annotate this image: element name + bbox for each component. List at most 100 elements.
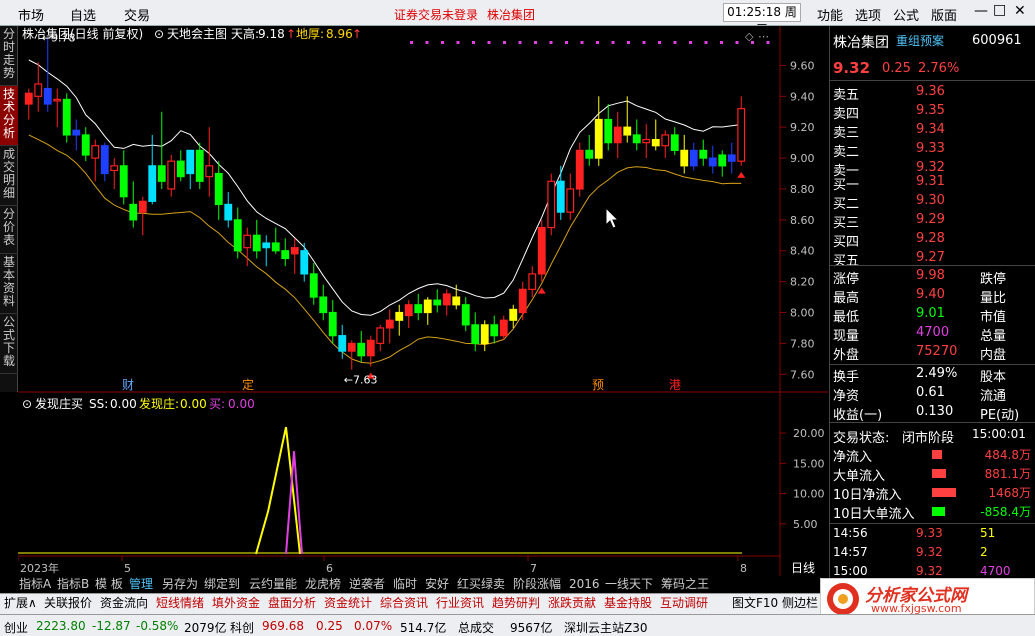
event-marker[interactable]: 港: [669, 378, 681, 392]
candle-body: [157, 165, 166, 182]
tab-template[interactable]: 模 板: [95, 576, 123, 593]
menu-market[interactable]: 市场: [18, 5, 44, 24]
indicator-collapse-icon[interactable]: ⊙: [154, 27, 164, 41]
btab-f10[interactable]: 图文F10: [732, 595, 778, 612]
candle-body: [461, 304, 470, 326]
tab-stage-gain[interactable]: 阶段涨幅: [513, 576, 561, 593]
cy-change: -12.87: [92, 619, 131, 633]
close-icon[interactable]: ✕: [1014, 3, 1026, 19]
btab-fund-stats[interactable]: 资金统计: [324, 595, 372, 612]
btab-trend-judge[interactable]: 趋势研判: [492, 595, 540, 612]
main-indicator-name[interactable]: 天地会主图: [167, 27, 227, 41]
tick-time: 14:56: [833, 526, 868, 540]
buy-level-price[interactable]: 9.31: [916, 174, 945, 189]
stat-value: 9.01: [916, 306, 945, 321]
tab-technical[interactable]: 技术分析: [0, 86, 18, 146]
btab-contribution[interactable]: 涨跌贡献: [548, 595, 596, 612]
tab-trade-detail[interactable]: 成交明细: [0, 146, 18, 206]
tab-indicator-a[interactable]: 指标A: [19, 576, 51, 593]
flow-value: 881.1万: [984, 467, 1031, 481]
tab-red-buy-green-sell[interactable]: 红买绿卖: [457, 576, 505, 593]
minimize-icon[interactable]: —: [974, 3, 988, 19]
buy-level-price[interactable]: 9.27: [916, 250, 945, 265]
tab-2016[interactable]: 2016: [569, 576, 600, 593]
trade-time: 15:00:01: [972, 427, 1026, 441]
tab-intraday[interactable]: 分时走势: [0, 26, 18, 86]
btab-fund-holdings[interactable]: 基金持股: [604, 595, 652, 612]
stat-value: 9.40: [916, 287, 945, 302]
candle-body: [262, 242, 271, 249]
tab-counter-attack[interactable]: 逆袭者: [349, 576, 385, 593]
ad-banner[interactable]: 分析家公式网 www.fxjgsw.com: [820, 578, 1035, 618]
signal-dot: [673, 41, 677, 44]
event-marker[interactable]: 财: [122, 378, 134, 392]
btab-market-analysis[interactable]: 盘面分析: [268, 595, 316, 612]
signal-dot: [441, 41, 444, 44]
tab-dragon-tiger[interactable]: 龙虎榜: [305, 576, 341, 593]
stat-label: 外盘: [833, 348, 860, 363]
candle-body: [385, 319, 394, 329]
event-marker[interactable]: 定: [242, 377, 254, 392]
sell-level-price[interactable]: 9.32: [916, 160, 945, 175]
tab-yixiantianxia[interactable]: 一线天下: [605, 576, 653, 593]
maximize-icon[interactable]: □: [993, 2, 1006, 18]
btab-fund-flow[interactable]: 资金流向: [100, 595, 148, 612]
tab-save-as[interactable]: 另存为: [162, 576, 198, 593]
stat2-right-label: 股本: [980, 370, 1007, 385]
tab-fundamentals[interactable]: 基本资料: [0, 254, 18, 314]
tab-price-table[interactable]: 分价表: [0, 206, 18, 254]
tab-formula-download[interactable]: 公式下载: [0, 314, 18, 374]
btab-short-sentiment[interactable]: 短线情绪: [156, 595, 204, 612]
buy-level-price[interactable]: 9.28: [916, 231, 945, 246]
buy-level-label: 买三: [833, 216, 860, 231]
x-axis-label: 5: [124, 562, 131, 575]
btab-sidebar[interactable]: 侧边栏: [782, 595, 818, 612]
candle-body: [442, 293, 451, 306]
buy-level-price[interactable]: 9.30: [916, 193, 945, 208]
stat2-value: 0.61: [916, 385, 945, 400]
btab-industry-news[interactable]: 行业资讯: [436, 595, 484, 612]
menu-options[interactable]: 选项: [855, 5, 881, 24]
candle-body: [366, 339, 375, 357]
sell-level-price[interactable]: 9.36: [916, 84, 945, 99]
tab-temporary[interactable]: 临时: [393, 576, 417, 593]
btab-news[interactable]: 综合资讯: [380, 595, 428, 612]
menu-layout[interactable]: 版面: [931, 5, 957, 24]
tab-cloud-volume[interactable]: 云约量能: [249, 576, 297, 593]
kline-chart[interactable]: 株冶集团(日线 前复权) ⊙ 天地会主图 天高: 9.18 ↑ 地厚: 8.96…: [18, 26, 828, 576]
tiangao-value: 9.18: [258, 27, 285, 41]
signal-dot: [518, 41, 522, 44]
stat2-label: 换手: [833, 370, 860, 385]
period-label[interactable]: 日线: [791, 561, 815, 575]
menu-functions[interactable]: 功能: [817, 5, 843, 24]
tab-chip-king[interactable]: 筹码之王: [661, 576, 709, 593]
btab-expand[interactable]: 扩展∧: [4, 595, 37, 612]
btab-research[interactable]: 互动调研: [660, 595, 708, 612]
signal-dot: [456, 41, 460, 44]
sell-level-price[interactable]: 9.35: [916, 103, 945, 118]
max-price-label: ←9.78: [42, 32, 76, 45]
tick-volume: 51: [980, 526, 996, 540]
btab-foreign-fund[interactable]: 填外资金: [212, 595, 260, 612]
sub-indicator-name[interactable]: 发现庄买: [35, 396, 83, 411]
menu-trade[interactable]: 交易: [124, 5, 150, 24]
menu-bar: 市场 自选 交易 证券交易未登录 株冶集团 01:25:18 周三 功能 选项 …: [0, 0, 1035, 36]
sell-level-price[interactable]: 9.34: [916, 122, 945, 137]
tab-bind-to[interactable]: 绑定到: [204, 576, 240, 593]
tab-anhao[interactable]: 安好: [425, 576, 449, 593]
sell-level-price[interactable]: 9.33: [916, 141, 945, 156]
server-site[interactable]: 深圳云主站Z30: [564, 619, 648, 636]
login-warning[interactable]: 证券交易未登录: [394, 6, 478, 23]
tab-indicator-b[interactable]: 指标B: [57, 576, 89, 593]
btab-related-quote[interactable]: 关联报价: [44, 595, 92, 612]
sub-collapse-icon[interactable]: ⊙: [22, 397, 32, 411]
stock-name: 株冶集团: [833, 35, 889, 51]
stock-tag[interactable]: 重组预案: [896, 32, 944, 49]
price-change: 0.25: [882, 61, 911, 76]
menu-formula[interactable]: 公式: [893, 5, 919, 24]
menu-watchlist[interactable]: 自选: [70, 5, 96, 24]
tab-manage[interactable]: 管理: [129, 576, 153, 593]
signal-dot: [487, 41, 491, 44]
event-marker[interactable]: 预: [592, 378, 604, 392]
buy-level-price[interactable]: 9.29: [916, 212, 945, 227]
